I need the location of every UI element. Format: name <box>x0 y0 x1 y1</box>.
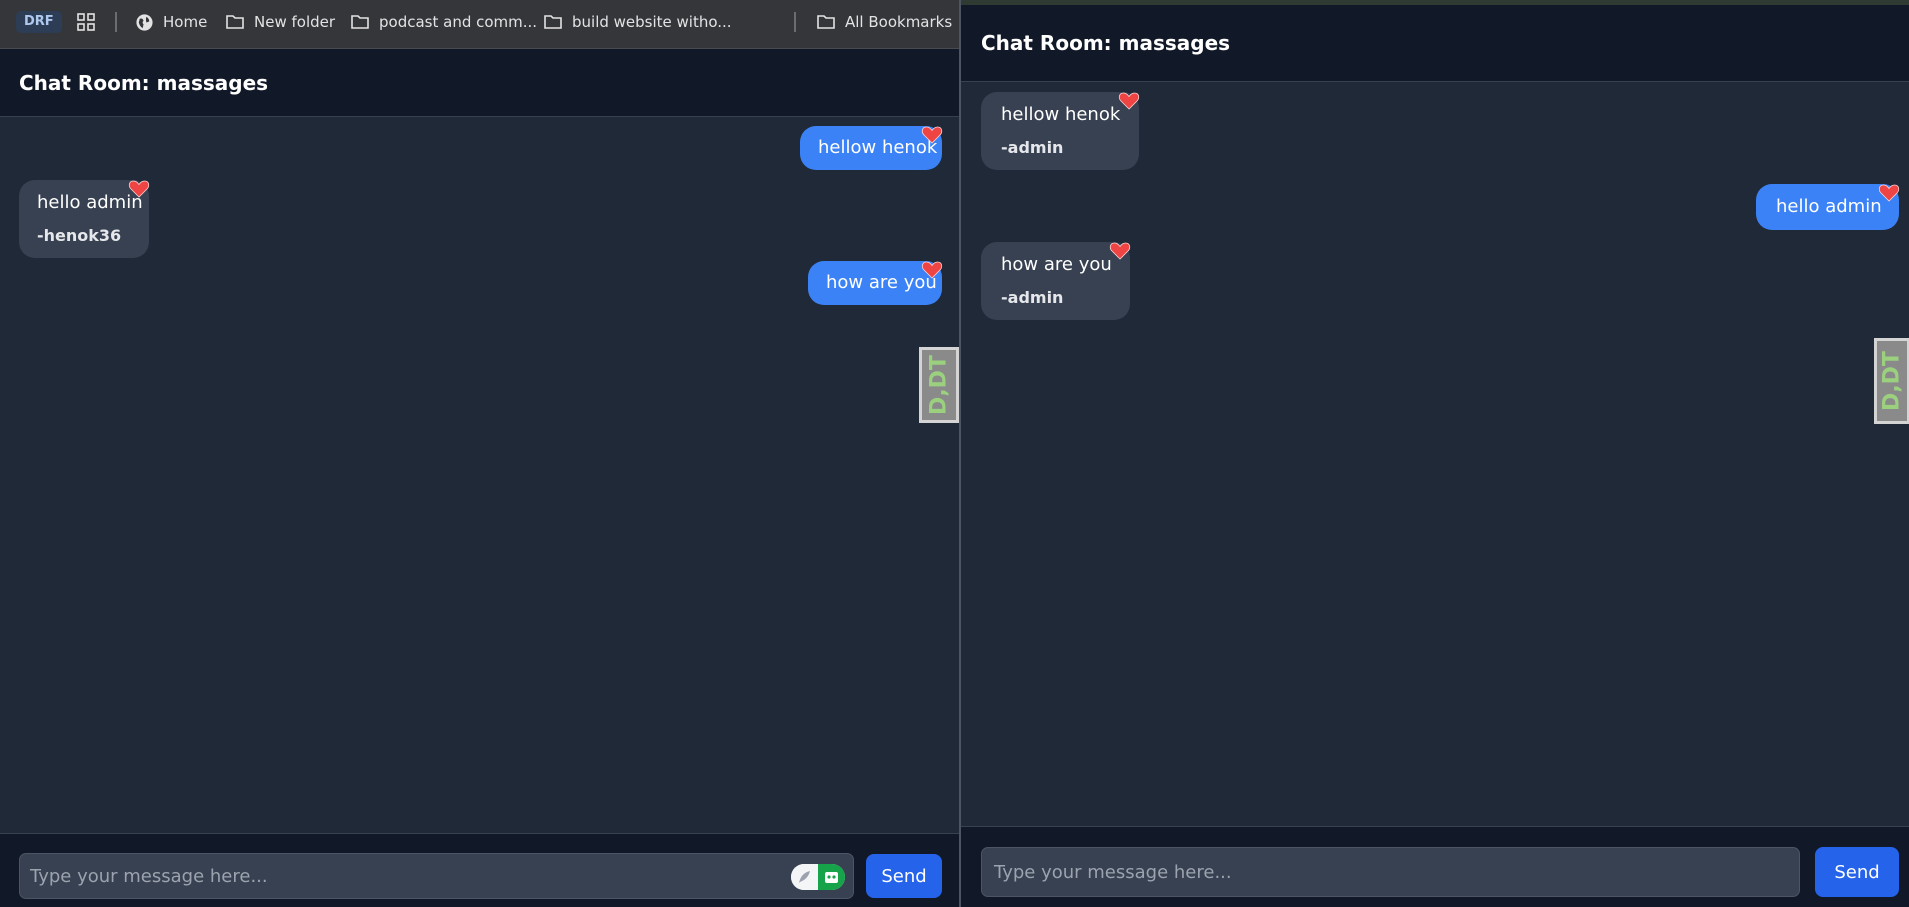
message-text: how are you <box>1001 254 1112 275</box>
right-browser-window: Chat Room: massages hellow henok -admin … <box>961 0 1909 907</box>
message-sent: hellow henok <box>800 126 943 170</box>
message-input-placeholder: Type your message here... <box>994 861 1232 883</box>
bookmark-label: build website witho... <box>572 13 732 31</box>
apps-grid-icon <box>77 13 95 31</box>
globe-icon <box>136 13 153 31</box>
feather-icon <box>791 864 818 890</box>
bookmark-folder-build-website[interactable]: build website witho... <box>543 0 732 44</box>
send-button[interactable]: Send <box>866 854 942 898</box>
bookmark-label: All Bookmarks <box>845 13 953 31</box>
chat-room-title: Chat Room: massages <box>19 71 269 95</box>
message-text: hellow henok <box>1001 104 1121 125</box>
chat-room-title: Chat Room: massages <box>981 31 1231 55</box>
heart-icon[interactable] <box>1108 238 1132 262</box>
message-composer: Type your message here... Send <box>961 826 1909 907</box>
profile-badge[interactable]: DRF <box>16 11 62 33</box>
heart-icon[interactable] <box>1877 180 1901 204</box>
extension-badge-label: D,DT <box>1879 351 1905 411</box>
left-browser-window: DRF Home New folder podcast and comm... … <box>0 0 959 907</box>
message-author: -admin <box>1001 138 1064 157</box>
bookmark-folder-podcast[interactable]: podcast and comm... <box>350 0 537 44</box>
message-input[interactable]: Type your message here... <box>19 853 854 899</box>
folder-icon <box>226 15 244 29</box>
message-text: hello admin <box>1776 196 1882 217</box>
message-composer: Type your message here... Send <box>0 833 959 907</box>
chat-header: Chat Room: massages <box>0 49 959 117</box>
message-author: -admin <box>1001 288 1064 307</box>
extension-badge[interactable]: D,DT <box>1874 338 1909 424</box>
apps-grid-button[interactable] <box>76 0 105 44</box>
heart-icon[interactable] <box>920 122 944 146</box>
extension-widget[interactable] <box>791 864 845 890</box>
message-sent: hello admin <box>1756 184 1900 230</box>
send-button[interactable]: Send <box>1815 847 1899 897</box>
bookmarks-separator <box>115 12 117 32</box>
message-author: -henok36 <box>37 226 122 245</box>
bookmark-folder-new-folder[interactable]: New folder <box>225 0 335 44</box>
bookmark-home[interactable]: Home <box>135 0 207 44</box>
bookmark-label: podcast and comm... <box>379 13 538 31</box>
folder-icon <box>351 15 369 29</box>
heart-icon[interactable] <box>920 257 944 281</box>
folder-icon <box>817 15 835 29</box>
heart-icon[interactable] <box>127 176 151 200</box>
message-input-placeholder: Type your message here... <box>30 865 268 887</box>
bookmark-all-bookmarks[interactable]: All Bookmarks <box>816 0 952 44</box>
message-received: hellow henok -admin <box>981 92 1140 170</box>
bookmarks-separator <box>794 12 796 32</box>
extension-badge-label: D,DT <box>926 355 952 415</box>
robot-icon <box>818 864 845 890</box>
chat-header: Chat Room: massages <box>961 5 1909 82</box>
extension-badge[interactable]: D,DT <box>919 347 959 423</box>
message-received: how are you -admin <box>981 242 1131 320</box>
message-input[interactable]: Type your message here... <box>981 847 1800 897</box>
heart-icon[interactable] <box>1117 88 1141 112</box>
bookmark-label: New folder <box>254 13 336 31</box>
bookmark-label: Home <box>163 13 208 31</box>
message-sent: how are you <box>808 261 943 305</box>
message-received: hello admin -henok36 <box>19 180 150 258</box>
folder-icon <box>544 15 562 29</box>
bookmarks-bar: DRF Home New folder podcast and comm... … <box>0 0 959 49</box>
